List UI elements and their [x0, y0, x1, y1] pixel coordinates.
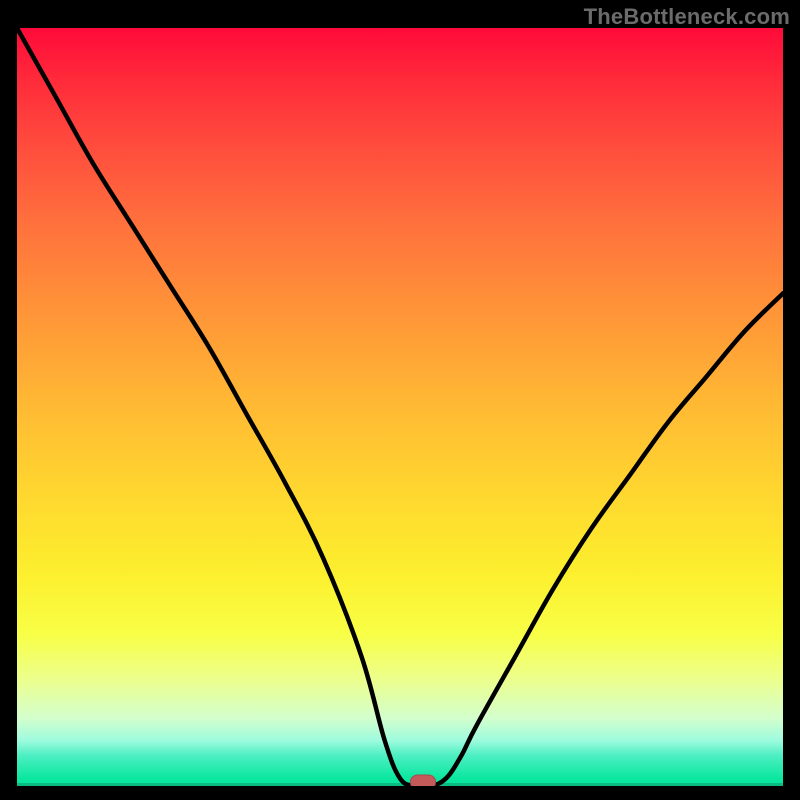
bottleneck-curve: [17, 28, 783, 786]
watermark-text: TheBottleneck.com: [584, 4, 790, 30]
optimal-point-marker: [410, 775, 436, 787]
plot-area: [17, 28, 783, 786]
chart-frame: TheBottleneck.com: [0, 0, 800, 800]
curve-path: [17, 28, 783, 786]
